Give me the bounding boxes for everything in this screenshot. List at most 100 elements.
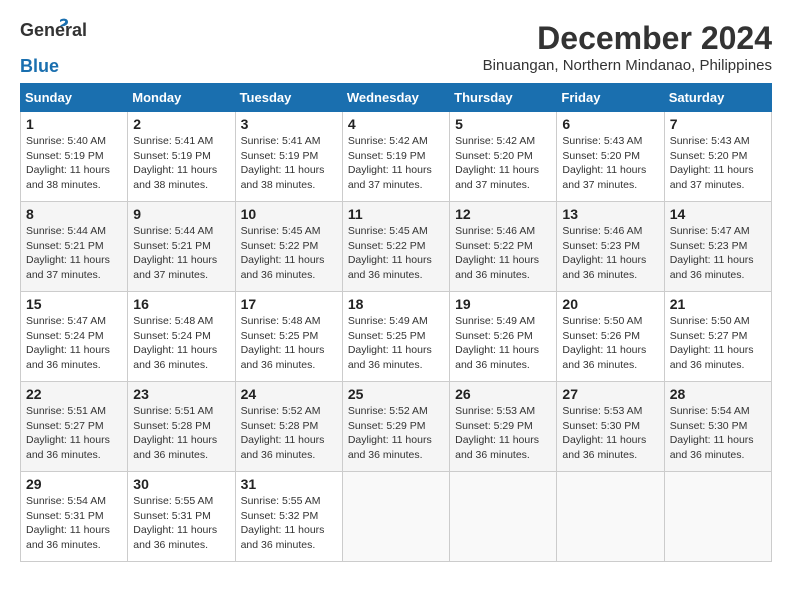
day-number: 28	[670, 386, 766, 402]
page-header: General Blue December 2024 Binuangan, No…	[20, 20, 772, 77]
calendar-cell: 30 Sunrise: 5:55 AMSunset: 5:31 PMDayligh…	[128, 472, 235, 562]
day-info: Sunrise: 5:55 AMSunset: 5:32 PMDaylight:…	[241, 494, 337, 553]
day-info: Sunrise: 5:46 AMSunset: 5:23 PMDaylight:…	[562, 224, 658, 283]
day-number: 16	[133, 296, 229, 312]
header-tuesday: Tuesday	[235, 84, 342, 112]
day-info: Sunrise: 5:41 AMSunset: 5:19 PMDaylight:…	[133, 134, 229, 193]
day-info: Sunrise: 5:44 AMSunset: 5:21 PMDaylight:…	[133, 224, 229, 283]
day-info: Sunrise: 5:55 AMSunset: 5:31 PMDaylight:…	[133, 494, 229, 553]
calendar-cell: 31Sunrise: 5:55 AMSunset: 5:32 PMDayligh…	[235, 472, 342, 562]
day-info: Sunrise: 5:54 AMSunset: 5:31 PMDaylight:…	[26, 494, 122, 553]
day-number: 6	[562, 116, 658, 132]
day-info: Sunrise: 5:44 AMSunset: 5:21 PMDaylight:…	[26, 224, 122, 283]
day-info: Sunrise: 5:53 AMSunset: 5:30 PMDaylight:…	[562, 404, 658, 463]
calendar-cell: 3Sunrise: 5:41 AMSunset: 5:19 PMDaylight…	[235, 112, 342, 202]
day-number: 29	[26, 476, 122, 492]
calendar-cell	[450, 472, 557, 562]
day-info: Sunrise: 5:52 AMSunset: 5:28 PMDaylight:…	[241, 404, 337, 463]
calendar-cell: 15 Sunrise: 5:47 AMSunset: 5:24 PMDayligh…	[21, 292, 128, 382]
calendar-cell: 20 Sunrise: 5:50 AMSunset: 5:26 PMDayligh…	[557, 292, 664, 382]
day-info: Sunrise: 5:46 AMSunset: 5:22 PMDaylight:…	[455, 224, 551, 283]
day-info: Sunrise: 5:50 AMSunset: 5:26 PMDaylight:…	[562, 314, 658, 373]
header-saturday: Saturday	[664, 84, 771, 112]
day-number: 18	[348, 296, 444, 312]
calendar-cell: 12 Sunrise: 5:46 AMSunset: 5:22 PMDayligh…	[450, 202, 557, 292]
calendar-cell: 7 Sunrise: 5:43 AMSunset: 5:20 PMDaylight…	[664, 112, 771, 202]
calendar-cell: 24Sunrise: 5:52 AMSunset: 5:28 PMDayligh…	[235, 382, 342, 472]
day-info: Sunrise: 5:48 AMSunset: 5:24 PMDaylight:…	[133, 314, 229, 373]
day-number: 7	[670, 116, 766, 132]
location-subtitle: Binuangan, Northern Mindanao, Philippine…	[483, 57, 772, 74]
calendar-week-row: 8 Sunrise: 5:44 AMSunset: 5:21 PMDaylight…	[21, 202, 772, 292]
day-number: 19	[455, 296, 551, 312]
day-number: 14	[670, 206, 766, 222]
day-info: Sunrise: 5:42 AMSunset: 5:19 PMDaylight:…	[348, 134, 444, 193]
day-number: 4	[348, 116, 444, 132]
day-info: Sunrise: 5:43 AMSunset: 5:20 PMDaylight:…	[670, 134, 766, 193]
calendar-header-row: SundayMondayTuesdayWednesdayThursdayFrid…	[21, 84, 772, 112]
title-area: December 2024 Binuangan, Northern Mindan…	[483, 20, 772, 74]
day-info: Sunrise: 5:49 AMSunset: 5:25 PMDaylight:…	[348, 314, 444, 373]
day-number: 22	[26, 386, 122, 402]
calendar-cell	[664, 472, 771, 562]
day-info: Sunrise: 5:45 AMSunset: 5:22 PMDaylight:…	[241, 224, 337, 283]
calendar-cell: 22 Sunrise: 5:51 AMSunset: 5:27 PMDayligh…	[21, 382, 128, 472]
header-wednesday: Wednesday	[342, 84, 449, 112]
day-info: Sunrise: 5:54 AMSunset: 5:30 PMDaylight:…	[670, 404, 766, 463]
calendar-week-row: 22 Sunrise: 5:51 AMSunset: 5:27 PMDayligh…	[21, 382, 772, 472]
calendar-cell: 23Sunrise: 5:51 AMSunset: 5:28 PMDayligh…	[128, 382, 235, 472]
logo: General Blue	[20, 20, 68, 77]
header-monday: Monday	[128, 84, 235, 112]
day-number: 30	[133, 476, 229, 492]
calendar-cell: 14 Sunrise: 5:47 AMSunset: 5:23 PMDayligh…	[664, 202, 771, 292]
calendar-cell: 17 Sunrise: 5:48 AMSunset: 5:25 PMDayligh…	[235, 292, 342, 382]
calendar-cell: 5Sunrise: 5:42 AMSunset: 5:20 PMDaylight…	[450, 112, 557, 202]
calendar-cell: 26 Sunrise: 5:53 AMSunset: 5:29 PMDayligh…	[450, 382, 557, 472]
calendar-week-row: 29 Sunrise: 5:54 AMSunset: 5:31 PMDayligh…	[21, 472, 772, 562]
day-info: Sunrise: 5:40 AMSunset: 5:19 PMDaylight:…	[26, 134, 122, 193]
header-thursday: Thursday	[450, 84, 557, 112]
day-info: Sunrise: 5:51 AMSunset: 5:27 PMDaylight:…	[26, 404, 122, 463]
calendar-cell: 13 Sunrise: 5:46 AMSunset: 5:23 PMDayligh…	[557, 202, 664, 292]
header-friday: Friday	[557, 84, 664, 112]
day-info: Sunrise: 5:52 AMSunset: 5:29 PMDaylight:…	[348, 404, 444, 463]
day-info: Sunrise: 5:48 AMSunset: 5:25 PMDaylight:…	[241, 314, 337, 373]
calendar-cell: 10 Sunrise: 5:45 AMSunset: 5:22 PMDayligh…	[235, 202, 342, 292]
day-info: Sunrise: 5:47 AMSunset: 5:23 PMDaylight:…	[670, 224, 766, 283]
day-info: Sunrise: 5:53 AMSunset: 5:29 PMDaylight:…	[455, 404, 551, 463]
day-number: 15	[26, 296, 122, 312]
calendar-cell	[342, 472, 449, 562]
day-number: 11	[348, 206, 444, 222]
day-number: 12	[455, 206, 551, 222]
calendar-cell: 9Sunrise: 5:44 AMSunset: 5:21 PMDaylight…	[128, 202, 235, 292]
month-title: December 2024	[483, 20, 772, 57]
calendar-cell: 28 Sunrise: 5:54 AMSunset: 5:30 PMDayligh…	[664, 382, 771, 472]
day-number: 17	[241, 296, 337, 312]
day-number: 10	[241, 206, 337, 222]
header-sunday: Sunday	[21, 84, 128, 112]
logo-bird-icon	[52, 16, 70, 34]
calendar-cell: 21Sunrise: 5:50 AMSunset: 5:27 PMDayligh…	[664, 292, 771, 382]
calendar-cell: 1 Sunrise: 5:40 AMSunset: 5:19 PMDaylight…	[21, 112, 128, 202]
day-number: 20	[562, 296, 658, 312]
day-number: 8	[26, 206, 122, 222]
day-number: 13	[562, 206, 658, 222]
calendar-week-row: 1 Sunrise: 5:40 AMSunset: 5:19 PMDaylight…	[21, 112, 772, 202]
day-info: Sunrise: 5:47 AMSunset: 5:24 PMDaylight:…	[26, 314, 122, 373]
day-info: Sunrise: 5:45 AMSunset: 5:22 PMDaylight:…	[348, 224, 444, 283]
day-number: 1	[26, 116, 122, 132]
calendar-cell: 16 Sunrise: 5:48 AMSunset: 5:24 PMDayligh…	[128, 292, 235, 382]
day-number: 26	[455, 386, 551, 402]
day-number: 21	[670, 296, 766, 312]
day-number: 2	[133, 116, 229, 132]
day-info: Sunrise: 5:41 AMSunset: 5:19 PMDaylight:…	[241, 134, 337, 193]
calendar-table: SundayMondayTuesdayWednesdayThursdayFrid…	[20, 83, 772, 562]
calendar-cell: 27Sunrise: 5:53 AMSunset: 5:30 PMDayligh…	[557, 382, 664, 472]
calendar-cell: 6Sunrise: 5:43 AMSunset: 5:20 PMDaylight…	[557, 112, 664, 202]
calendar-cell: 18 Sunrise: 5:49 AMSunset: 5:25 PMDayligh…	[342, 292, 449, 382]
calendar-cell: 29 Sunrise: 5:54 AMSunset: 5:31 PMDayligh…	[21, 472, 128, 562]
day-info: Sunrise: 5:42 AMSunset: 5:20 PMDaylight:…	[455, 134, 551, 193]
calendar-week-row: 15 Sunrise: 5:47 AMSunset: 5:24 PMDayligh…	[21, 292, 772, 382]
day-info: Sunrise: 5:51 AMSunset: 5:28 PMDaylight:…	[133, 404, 229, 463]
day-info: Sunrise: 5:49 AMSunset: 5:26 PMDaylight:…	[455, 314, 551, 373]
